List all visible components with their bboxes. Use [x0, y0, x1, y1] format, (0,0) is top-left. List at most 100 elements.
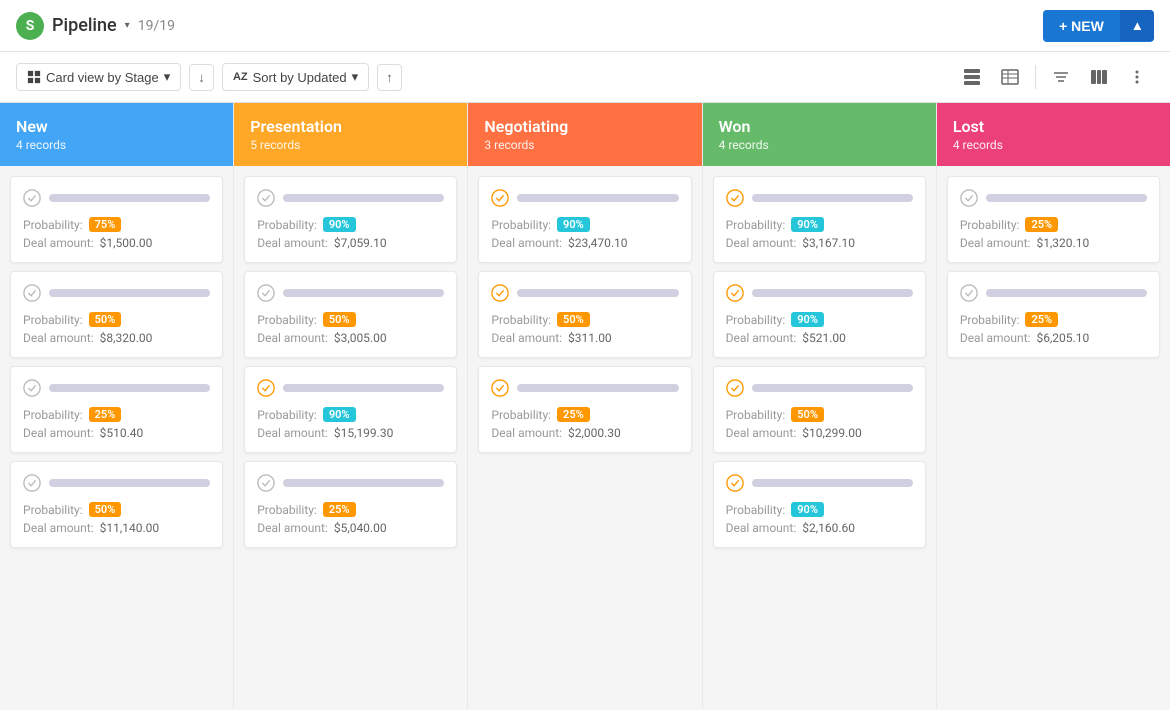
card-check-icon: [726, 284, 744, 302]
deal-label: Deal amount:: [23, 236, 94, 250]
probability-badge: 90%: [791, 217, 824, 232]
card-deal-field: Deal amount: $2,160.60: [726, 521, 913, 535]
card-title-row: [257, 474, 444, 492]
deal-value: $2,000.30: [568, 426, 621, 440]
card-title-row: [23, 379, 210, 397]
sort-dropdown-icon: ▾: [352, 69, 359, 85]
card-deal-field: Deal amount: $3,005.00: [257, 331, 444, 345]
sort-selector-button[interactable]: AZ Sort by Updated ▾: [222, 63, 369, 91]
filter-button[interactable]: [1044, 60, 1078, 94]
column-subtitle-lost: 4 records: [953, 138, 1154, 152]
kanban-card[interactable]: Probability: 25% Deal amount: $5,040.00: [244, 461, 457, 548]
kanban-card[interactable]: Probability: 90% Deal amount: $2,160.60: [713, 461, 926, 548]
kanban-card[interactable]: Probability: 25% Deal amount: $510.40: [10, 366, 223, 453]
kanban-card[interactable]: Probability: 75% Deal amount: $1,500.00: [10, 176, 223, 263]
deal-value: $5,040.00: [334, 521, 387, 535]
card-probability-field: Probability: 25%: [257, 502, 444, 517]
card-check-icon: [257, 379, 275, 397]
deal-value: $311.00: [568, 331, 612, 345]
deal-label: Deal amount:: [257, 426, 328, 440]
columns-button[interactable]: [1082, 60, 1116, 94]
deal-value: $6,205.10: [1036, 331, 1089, 345]
card-probability-field: Probability: 90%: [726, 502, 913, 517]
card-title-row: [23, 189, 210, 207]
toolbar-right: [955, 60, 1154, 94]
card-check-icon: [23, 284, 41, 302]
card-check-icon: [726, 474, 744, 492]
card-check-icon: [726, 379, 744, 397]
card-title-row: [726, 379, 913, 397]
kanban-card[interactable]: Probability: 50% Deal amount: $10,299.00: [713, 366, 926, 453]
sort-direction-button[interactable]: ↓: [189, 64, 214, 91]
kanban-card[interactable]: Probability: 90% Deal amount: $521.00: [713, 271, 926, 358]
more-options-button[interactable]: [1120, 60, 1154, 94]
card-probability-field: Probability: 90%: [726, 217, 913, 232]
kanban-card[interactable]: Probability: 90% Deal amount: $23,470.10: [478, 176, 691, 263]
kanban-card[interactable]: Probability: 90% Deal amount: $15,199.30: [244, 366, 457, 453]
column-subtitle-presentation: 5 records: [250, 138, 451, 152]
column-header-lost: Lost 4 records: [937, 103, 1170, 166]
kanban-card[interactable]: Probability: 50% Deal amount: $8,320.00: [10, 271, 223, 358]
column-title-won: Won: [719, 117, 920, 136]
title-dropdown-icon[interactable]: ▾: [125, 20, 130, 31]
card-probability-field: Probability: 50%: [491, 312, 678, 327]
deal-label: Deal amount:: [257, 236, 328, 250]
list-view-button[interactable]: [993, 60, 1027, 94]
card-title-bar: [986, 194, 1147, 202]
card-title-bar: [517, 194, 678, 202]
deal-label: Deal amount:: [23, 331, 94, 345]
toolbar: Card view by Stage ▾ ↓ AZ Sort by Update…: [0, 52, 1170, 103]
card-probability-field: Probability: 90%: [257, 407, 444, 422]
probability-badge: 75%: [89, 217, 122, 232]
deal-value: $3,167.10: [802, 236, 855, 250]
kanban-card[interactable]: Probability: 25% Deal amount: $1,320.10: [947, 176, 1160, 263]
column-header-negotiating: Negotiating 3 records: [468, 103, 701, 166]
view-selector-button[interactable]: Card view by Stage ▾: [16, 63, 181, 91]
kanban-card[interactable]: Probability: 25% Deal amount: $6,205.10: [947, 271, 1160, 358]
probability-label: Probability:: [491, 408, 551, 422]
filter-icon: [1052, 68, 1070, 86]
kanban-card[interactable]: Probability: 90% Deal amount: $7,059.10: [244, 176, 457, 263]
card-title-row: [257, 379, 444, 397]
probability-label: Probability:: [491, 218, 551, 232]
card-title-bar: [517, 289, 678, 297]
new-button-group[interactable]: + NEW ▲: [1043, 10, 1154, 42]
deal-label: Deal amount:: [726, 426, 797, 440]
sort-label: Sort by Updated: [253, 70, 347, 85]
sort-asc-button[interactable]: ↑: [377, 64, 402, 91]
card-title-row: [960, 284, 1147, 302]
card-title-bar: [752, 289, 913, 297]
sort-az-icon: AZ: [233, 71, 248, 83]
new-button-dropdown[interactable]: ▲: [1120, 10, 1154, 41]
card-check-icon: [257, 284, 275, 302]
deal-label: Deal amount:: [960, 331, 1031, 345]
card-deal-field: Deal amount: $23,470.10: [491, 236, 678, 250]
column-body-won: Probability: 90% Deal amount: $3,167.10 …: [703, 166, 936, 709]
card-check-icon: [960, 284, 978, 302]
card-check-icon: [491, 284, 509, 302]
deal-value: $8,320.00: [100, 331, 153, 345]
card-title-bar: [986, 289, 1147, 297]
table-view-button[interactable]: [955, 60, 989, 94]
kanban-card[interactable]: Probability: 25% Deal amount: $2,000.30: [478, 366, 691, 453]
card-deal-field: Deal amount: $8,320.00: [23, 331, 210, 345]
column-title-negotiating: Negotiating: [484, 117, 685, 136]
card-check-icon: [23, 379, 41, 397]
kanban-card[interactable]: Probability: 90% Deal amount: $3,167.10: [713, 176, 926, 263]
list-icon: [1001, 68, 1019, 86]
card-check-icon: [23, 189, 41, 207]
card-probability-field: Probability: 50%: [257, 312, 444, 327]
new-button[interactable]: + NEW: [1043, 10, 1120, 42]
probability-label: Probability:: [726, 408, 786, 422]
column-negotiating: Negotiating 3 records Probability: 90% D…: [468, 103, 702, 709]
deal-label: Deal amount:: [726, 236, 797, 250]
probability-badge: 25%: [323, 502, 356, 517]
column-title-presentation: Presentation: [250, 117, 451, 136]
card-title-bar: [283, 479, 444, 487]
kanban-card[interactable]: Probability: 50% Deal amount: $3,005.00: [244, 271, 457, 358]
deal-value: $15,199.30: [334, 426, 393, 440]
view-dropdown-icon: ▾: [164, 69, 171, 85]
kanban-card[interactable]: Probability: 50% Deal amount: $11,140.00: [10, 461, 223, 548]
probability-badge: 25%: [1025, 217, 1058, 232]
kanban-card[interactable]: Probability: 50% Deal amount: $311.00: [478, 271, 691, 358]
